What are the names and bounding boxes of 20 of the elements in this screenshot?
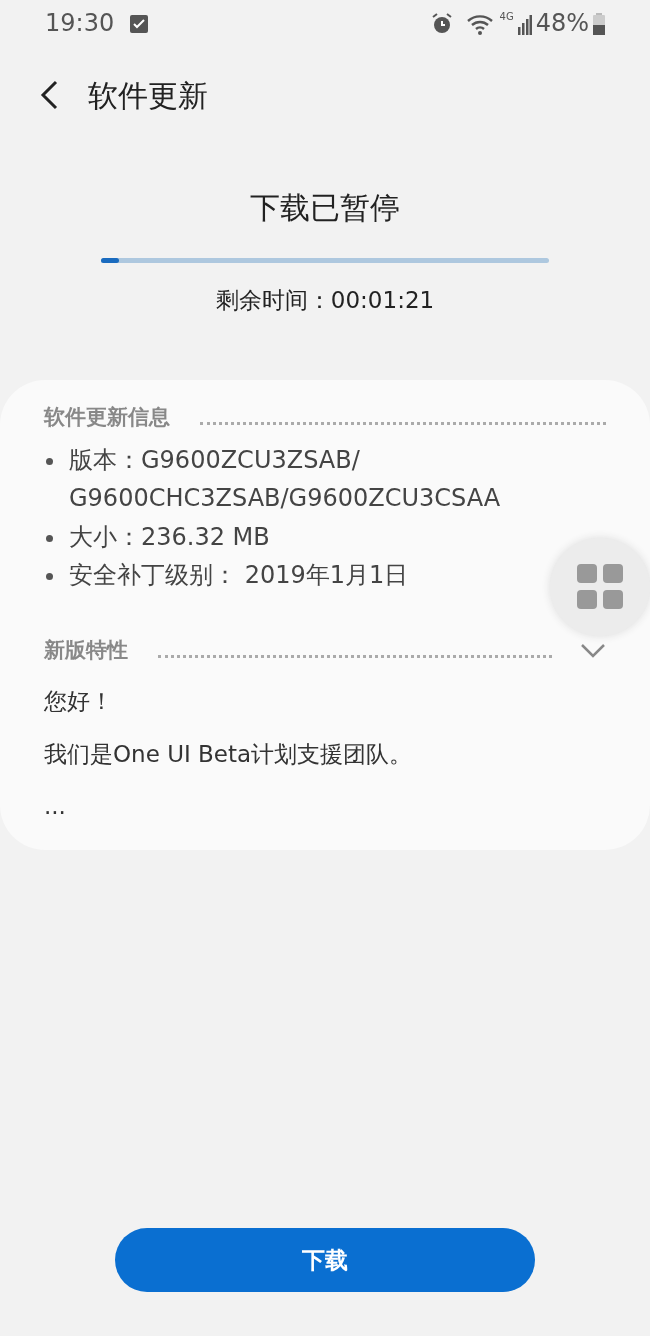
info-item: 安全补丁级别： 2019年1月1日 [69,560,409,592]
info-item: 大小：236.32 MB [69,521,270,553]
info-item: 版本：G9600ZCU3ZSAB/ G9600CHC3ZSAB/G9600ZCU3CSAA [69,445,501,515]
download-status: 下载已暂停 [249,189,401,227]
bullet-icon [46,458,53,465]
download-button[interactable]: 下载 [115,1228,535,1292]
feature-text: 您好！ [44,687,114,717]
remaining-time: 剩余时间：00:01:21 [214,286,436,315]
network-label: 4G [499,9,514,24]
feature-text: ... [44,792,67,822]
grid-icon [577,564,623,610]
status-time: 19:30 [45,7,115,39]
feature-text: 我们是One UI Beta计划支援团队。 [44,739,414,769]
battery-percent: 48% [535,7,589,39]
bullet-icon [46,573,53,581]
page-title: 软件更新 [88,76,208,115]
section-title: 软件更新信息 [44,403,170,431]
section-title: 新版特性 [44,636,128,664]
back-icon[interactable] [38,80,60,110]
bullet-icon [46,534,53,542]
